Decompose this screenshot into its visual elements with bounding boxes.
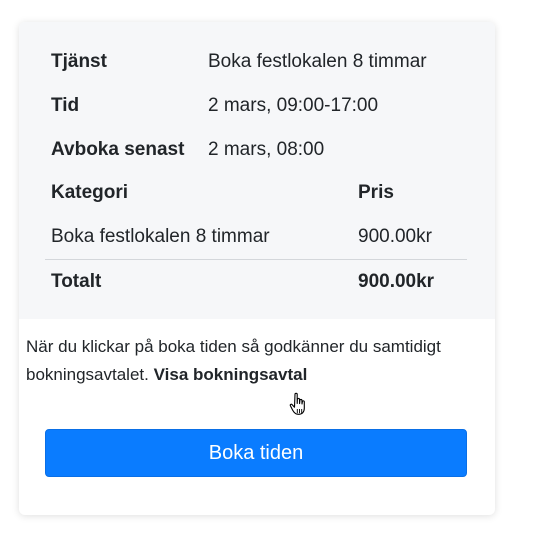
terms-text: När du klickar på boka tiden så godkänne… xyxy=(26,333,456,389)
cancel-deadline-label: Avboka senast xyxy=(51,139,185,160)
item-category: Boka festlokalen 8 timmar xyxy=(51,226,270,247)
view-agreement-link[interactable]: Visa bokningsavtal xyxy=(154,365,308,384)
time-label: Tid xyxy=(51,95,80,116)
booking-summary: Tjänst Boka festlokalen 8 timmar Tid 2 m… xyxy=(19,22,495,319)
service-value: Boka festlokalen 8 timmar xyxy=(208,51,427,72)
price-header: Pris xyxy=(358,182,394,203)
book-button[interactable]: Boka tiden xyxy=(45,429,467,477)
category-header: Kategori xyxy=(51,182,129,203)
total-value: 900.00kr xyxy=(358,271,435,292)
service-label: Tjänst xyxy=(51,51,107,72)
total-label: Totalt xyxy=(51,271,102,292)
item-price: 900.00kr xyxy=(358,226,432,247)
time-value: 2 mars, 09:00-17:00 xyxy=(208,95,379,116)
hand-pointer-cursor-icon xyxy=(289,392,305,415)
cancel-deadline-value: 2 mars, 08:00 xyxy=(208,139,325,160)
total-divider xyxy=(45,259,467,260)
